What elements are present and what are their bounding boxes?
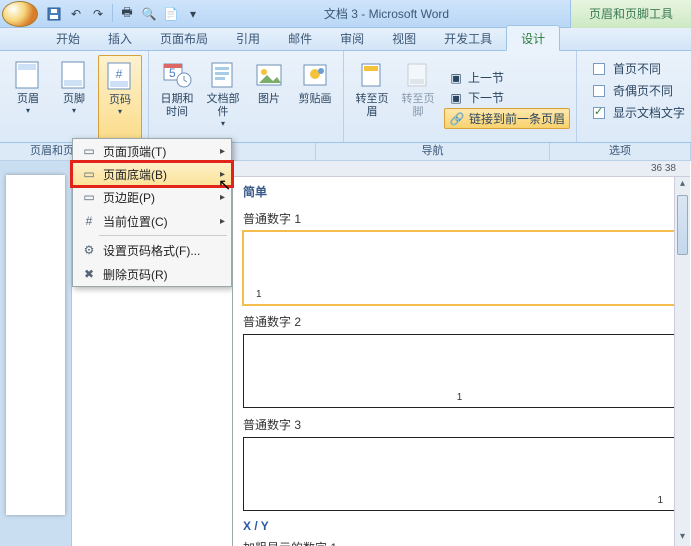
menu-remove-page-number[interactable]: ✖ 删除页码(R) bbox=[73, 262, 231, 286]
group-insert: 5 日期和时间 文档部件▾ 图片 剪贴画 bbox=[149, 51, 344, 142]
gallery-section-xy: X / Y bbox=[243, 519, 676, 533]
tab-layout[interactable]: 页面布局 bbox=[146, 26, 222, 50]
picture-button[interactable]: 图片 bbox=[247, 55, 291, 142]
submenu-arrow-icon: ▸ bbox=[220, 169, 225, 180]
menu-format-page-number[interactable]: ⚙ 设置页码格式(F)... bbox=[73, 238, 231, 262]
document-page[interactable] bbox=[6, 175, 65, 515]
page-margin-icon: ▭ bbox=[79, 190, 99, 204]
page-number-menu: ▭ 页面顶端(T) ▸ ▭ 页面底端(B) ▸ ▭ 页边距(P) ▸ # 当前位… bbox=[72, 138, 232, 287]
goto-header-button[interactable]: 转至页眉 bbox=[350, 55, 394, 142]
submenu-arrow-icon: ▸ bbox=[220, 192, 225, 203]
current-pos-icon: # bbox=[79, 214, 99, 228]
gallery-item-plain-3[interactable]: 1 bbox=[243, 437, 676, 511]
ribbon-tabs: 开始 插入 页面布局 引用 邮件 审阅 视图 开发工具 设计 bbox=[0, 28, 691, 51]
tab-review[interactable]: 审阅 bbox=[326, 26, 378, 50]
tab-view[interactable]: 视图 bbox=[378, 26, 430, 50]
gallery-item-title: 普通数字 1 bbox=[243, 210, 676, 227]
page-number-button[interactable]: # 页码▾ bbox=[98, 55, 142, 142]
gallery-item-title: 普通数字 2 bbox=[243, 313, 676, 330]
goto-header-icon bbox=[356, 59, 388, 91]
gallery-item-title: 普通数字 3 bbox=[243, 416, 676, 433]
tab-home[interactable]: 开始 bbox=[42, 26, 94, 50]
gallery-scrollbar[interactable]: ▴ ▾ bbox=[674, 177, 690, 546]
ruler: 36 38 bbox=[233, 161, 690, 177]
clipart-button[interactable]: 剪贴画 bbox=[293, 55, 337, 142]
office-button[interactable] bbox=[2, 1, 38, 27]
link-icon: 🔗 bbox=[449, 111, 465, 127]
menu-page-top[interactable]: ▭ 页面顶端(T) ▸ bbox=[73, 139, 231, 163]
group-header-footer: 页眉▾ 页脚▾ # 页码▾ bbox=[0, 51, 149, 142]
odd-even-diff-check[interactable]: 奇偶页不同 bbox=[589, 81, 689, 100]
footer-button[interactable]: 页脚▾ bbox=[52, 55, 96, 142]
save-icon[interactable] bbox=[44, 4, 64, 24]
tab-mail[interactable]: 邮件 bbox=[274, 26, 326, 50]
menu-page-bottom[interactable]: ▭ 页面底端(B) ▸ bbox=[72, 162, 232, 186]
scroll-thumb[interactable] bbox=[677, 195, 688, 255]
picture-icon bbox=[253, 59, 285, 91]
tab-developer[interactable]: 开发工具 bbox=[430, 26, 506, 50]
group-label-opt: 选项 bbox=[550, 143, 691, 160]
gallery-item-plain-1[interactable]: 1 bbox=[243, 231, 676, 305]
tab-references[interactable]: 引用 bbox=[222, 26, 274, 50]
window-title: 文档 3 - Microsoft Word bbox=[203, 5, 570, 22]
page-top-icon: ▭ bbox=[79, 144, 99, 158]
doc-parts-icon bbox=[207, 59, 239, 91]
goto-footer-icon bbox=[402, 59, 434, 91]
submenu-arrow-icon: ▸ bbox=[220, 216, 225, 227]
redo-icon[interactable]: ↷ bbox=[88, 4, 108, 24]
gallery-section-simple: 简单 bbox=[233, 177, 690, 204]
header-button[interactable]: 页眉▾ bbox=[6, 55, 50, 142]
qat-more-icon[interactable]: ▾ bbox=[183, 4, 203, 24]
menu-page-margin[interactable]: ▭ 页边距(P) ▸ bbox=[73, 185, 231, 209]
tab-insert[interactable]: 插入 bbox=[94, 26, 146, 50]
format-icon: ⚙ bbox=[79, 243, 99, 257]
menu-current-position[interactable]: # 当前位置(C) ▸ bbox=[73, 209, 231, 233]
tab-design[interactable]: 设计 bbox=[506, 25, 560, 51]
date-time-icon: 5 bbox=[161, 59, 193, 91]
gallery-item-plain-2[interactable]: 1 bbox=[243, 334, 676, 408]
page-bottom-icon: ▭ bbox=[79, 167, 99, 181]
doc-parts-button[interactable]: 文档部件▾ bbox=[201, 55, 245, 142]
group-options: 首页不同 奇偶页不同 显示文档文字 bbox=[577, 51, 691, 142]
ribbon: 页眉▾ 页脚▾ # 页码▾ 5 日期和时间 文档部件▾ 图片 bbox=[0, 51, 691, 143]
gallery-item-title: 加粗显示的数字 1 bbox=[243, 539, 676, 546]
document-area bbox=[0, 161, 72, 546]
first-page-diff-check[interactable]: 首页不同 bbox=[589, 59, 689, 78]
link-previous-button[interactable]: 🔗链接到前一条页眉 bbox=[444, 108, 570, 129]
remove-icon: ✖ bbox=[79, 267, 99, 281]
page-number-gallery: 36 38 简单 普通数字 1 1 普通数字 2 1 普通数字 3 1 X / … bbox=[232, 161, 690, 546]
next-section-button[interactable]: ▣下一节 bbox=[444, 88, 570, 107]
quick-access-toolbar: ↶ ↷ 🖶 🔍 📄 ▾ bbox=[44, 4, 203, 24]
group-navigation: 转至页眉 转至页脚 ▣上一节 ▣下一节 🔗链接到前一条页眉 bbox=[344, 51, 577, 142]
preview-icon[interactable]: 🔍 bbox=[139, 4, 159, 24]
scroll-down-icon[interactable]: ▾ bbox=[675, 530, 690, 546]
show-doc-text-check[interactable]: 显示文档文字 bbox=[589, 103, 689, 122]
footer-icon bbox=[58, 59, 90, 91]
date-time-button[interactable]: 5 日期和时间 bbox=[155, 55, 199, 142]
prev-section-icon: ▣ bbox=[448, 70, 464, 86]
undo-icon[interactable]: ↶ bbox=[66, 4, 86, 24]
svg-text:5: 5 bbox=[169, 66, 176, 80]
header-icon bbox=[12, 59, 44, 91]
submenu-arrow-icon: ▸ bbox=[220, 146, 225, 157]
clipart-icon bbox=[299, 59, 331, 91]
svg-text:#: # bbox=[116, 67, 123, 81]
prev-section-button[interactable]: ▣上一节 bbox=[444, 68, 570, 87]
goto-footer-button[interactable]: 转至页脚 bbox=[396, 55, 440, 142]
new-icon[interactable]: 📄 bbox=[161, 4, 181, 24]
print-icon[interactable]: 🖶 bbox=[117, 4, 137, 24]
page-number-icon: # bbox=[104, 60, 136, 92]
scroll-up-icon[interactable]: ▴ bbox=[675, 177, 690, 193]
group-label-nav: 导航 bbox=[316, 143, 550, 160]
title-bar: ↶ ↷ 🖶 🔍 📄 ▾ 文档 3 - Microsoft Word 页眉和页脚工… bbox=[0, 0, 691, 28]
next-section-icon: ▣ bbox=[448, 90, 464, 106]
contextual-tab-title: 页眉和页脚工具 bbox=[570, 0, 691, 28]
